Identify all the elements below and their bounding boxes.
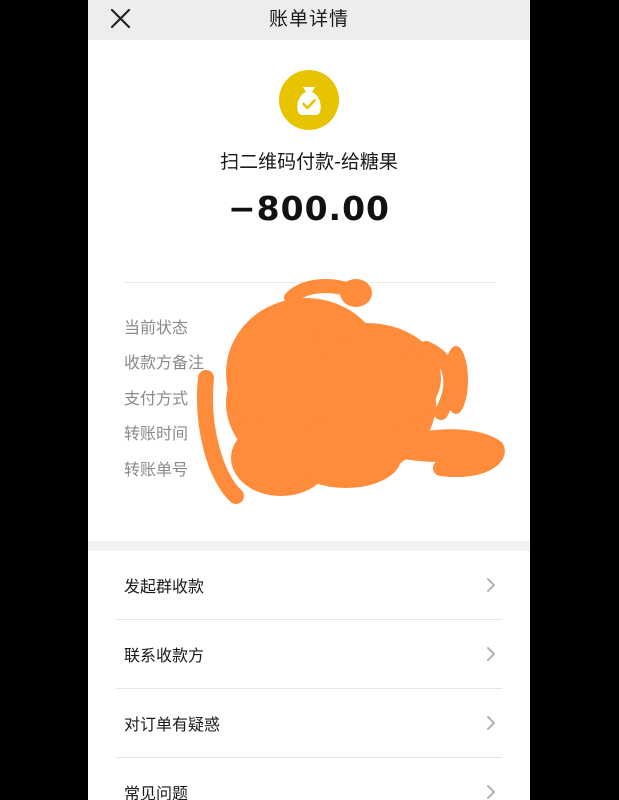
chevron-right-icon [487,785,495,799]
chevron-right-icon [487,647,495,661]
detail-list: 当前状态 收款方备注 支付方式 转账时间 转账单号 [124,308,496,486]
detail-row-transfer-time: 转账时间 [124,415,496,451]
menu-item-contact-payee[interactable]: 联系收款方 [88,620,530,689]
page-title: 账单详情 [268,8,349,30]
menu-item-faq[interactable]: 常见问题 [88,758,530,800]
payment-amount: −800.00 [228,189,390,228]
menu-item-order-question[interactable]: 对订单有疑惑 [88,689,530,758]
detail-label: 当前状态 [124,317,189,337]
detail-row-status: 当前状态 [124,308,496,344]
menu-item-label: 常见问题 [124,784,189,800]
detail-label: 支付方式 [124,388,189,408]
bill-detail-screen: 账单详情 扫二维码付款-给糖果 −800.00 当前状态 收款方备注 支付方式 … [88,0,530,800]
detail-label: 收款方备注 [124,353,205,373]
action-menu: 发起群收款 联系收款方 对订单有疑惑 常见问题 [88,551,530,800]
menu-item-group-collect[interactable]: 发起群收款 [88,551,530,620]
menu-item-label: 联系收款方 [124,646,205,665]
detail-label: 转账时间 [124,424,189,444]
money-bag-icon [279,70,339,130]
header-bar: 账单详情 [88,0,530,40]
chevron-right-icon [487,716,495,730]
detail-row-transfer-number: 转账单号 [124,450,496,486]
merchant-name: 扫二维码付款-给糖果 [220,151,398,173]
section-gap [88,541,530,551]
chevron-right-icon [487,578,495,592]
divider [124,282,496,283]
detail-row-payment-method: 支付方式 [124,379,496,415]
menu-item-label: 发起群收款 [124,577,205,596]
detail-row-payee-note: 收款方备注 [124,344,496,380]
menu-item-label: 对订单有疑惑 [124,715,221,734]
detail-label: 转账单号 [124,459,189,479]
